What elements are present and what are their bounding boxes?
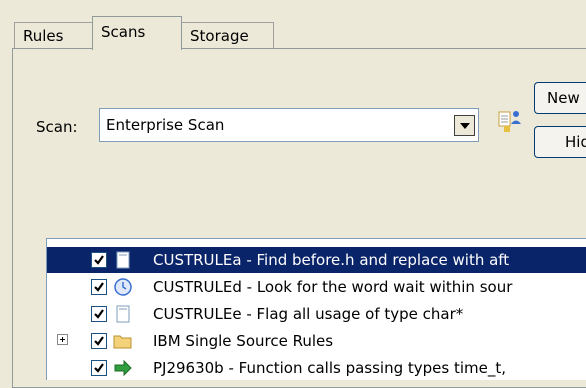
expand-icon[interactable] [57, 334, 68, 345]
scan-select-value: Enterprise Scan [106, 116, 225, 134]
hide-button[interactable]: Hide [534, 126, 586, 158]
list-item-label: IBM Single Source Rules [153, 332, 334, 350]
list-item-label: PJ29630b - Function calls passing types … [153, 359, 507, 377]
checkbox[interactable] [91, 252, 107, 268]
list-item[interactable]: PJ29630b - Function calls passing types … [47, 355, 586, 380]
list-item[interactable]: IBM Single Source Rules [47, 328, 586, 354]
document-icon [113, 250, 133, 270]
checkbox[interactable] [91, 279, 107, 295]
scan-label: Scan: [36, 118, 78, 136]
chevron-down-icon [459, 122, 470, 129]
document-icon [113, 304, 133, 324]
list-item-label: CUSTRULEd - Look for the word wait withi… [153, 278, 513, 296]
tab-rules[interactable]: Rules [14, 22, 92, 48]
folder-icon [113, 331, 133, 351]
list-item-label: CUSTRULEe - Flag all usage of type char* [153, 305, 464, 323]
list-item-label: CUSTRULEa - Find before.h and replace wi… [153, 251, 510, 269]
checkbox[interactable] [91, 333, 107, 349]
arrow-icon [113, 358, 133, 378]
checkbox[interactable] [91, 360, 107, 376]
tab-scans[interactable]: Scans [92, 16, 182, 50]
list-item[interactable]: CUSTRULEe - Flag all usage of type char* [47, 301, 586, 327]
scan-select[interactable]: Enterprise Scan [99, 108, 479, 142]
dropdown-arrow-button[interactable] [454, 115, 475, 136]
scan-wizard-icon[interactable] [498, 108, 524, 136]
clock-icon [113, 277, 133, 297]
checkbox[interactable] [91, 306, 107, 322]
list-item[interactable]: CUSTRULEd - Look for the word wait withi… [47, 274, 586, 300]
list-item[interactable]: CUSTRULEa - Find before.h and replace wi… [47, 247, 586, 273]
tab-storage[interactable]: Storage [182, 22, 274, 48]
new-button[interactable]: New [534, 82, 586, 114]
rules-tree[interactable]: CUSTRULEa - Find before.h and replace wi… [46, 238, 586, 380]
